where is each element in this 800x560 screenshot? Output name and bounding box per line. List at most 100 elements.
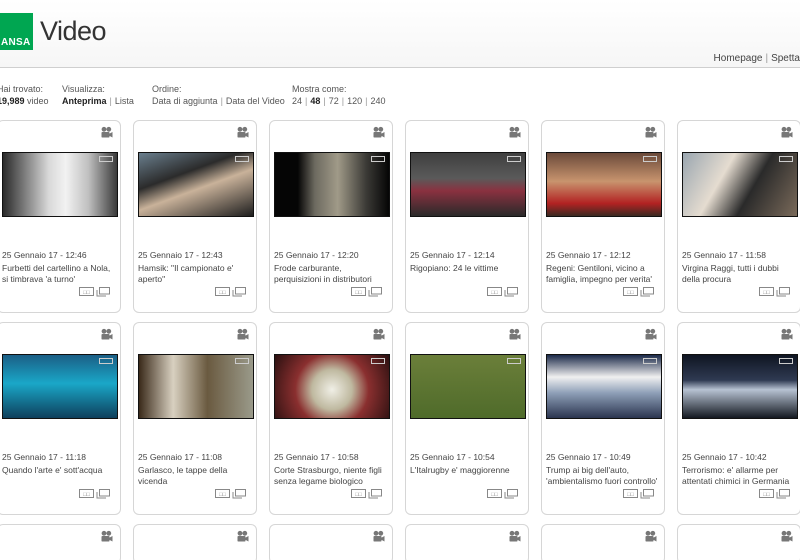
video-card[interactable]: 25 Gennaio 17 - 10:54 L'Italrugby e' magg…: [405, 322, 529, 515]
video-thumbnail[interactable]: [546, 152, 662, 217]
page-size-72[interactable]: 72: [329, 96, 339, 106]
video-title[interactable]: Trump ai big dell'auto, 'ambientalismo f…: [546, 465, 662, 487]
video-card[interactable]: 25 Gennaio 17 - 11:58 Virgina Raggi, tutt…: [677, 120, 800, 313]
separator: |: [365, 96, 368, 106]
results-count: 19,989: [0, 96, 25, 106]
results-unit: video: [27, 96, 49, 106]
thumbnail-watermark: [235, 358, 249, 364]
video-card[interactable]: [0, 524, 121, 560]
video-actions[interactable]: □□: [79, 284, 113, 297]
video-actions[interactable]: □□: [487, 486, 521, 499]
video-title[interactable]: Virgina Raggi, tutti i dubbi della procu…: [682, 263, 798, 285]
video-title[interactable]: L'Italrugby e' maggiorenne: [410, 465, 526, 476]
video-title[interactable]: Corte Strasburgo, niente figli senza leg…: [274, 465, 390, 487]
video-actions[interactable]: □□: [759, 284, 793, 297]
video-camera-icon: [236, 530, 249, 543]
video-title[interactable]: Hamsik: "Il campionato e' aperto": [138, 263, 254, 285]
nav-homepage-link[interactable]: Homepage: [714, 53, 763, 64]
video-title[interactable]: Frode carburante, perquisizioni in distr…: [274, 263, 390, 285]
video-card[interactable]: 25 Gennaio 17 - 11:18 Quando l'arte e' so…: [0, 322, 121, 515]
video-card[interactable]: 25 Gennaio 17 - 12:46 Furbetti del cartel…: [0, 120, 121, 313]
video-thumbnail[interactable]: [546, 354, 662, 419]
video-card[interactable]: [541, 524, 665, 560]
page-header: ANSA Video Homepage | Spetta: [0, 0, 800, 68]
video-camera-icon: [372, 328, 385, 341]
video-camera-icon: [644, 126, 657, 139]
video-thumbnail[interactable]: [138, 152, 254, 217]
video-actions[interactable]: □□: [215, 284, 249, 297]
video-thumbnail[interactable]: [2, 354, 118, 419]
video-title[interactable]: Garlasco, le tappe della vicenda: [138, 465, 254, 487]
video-card[interactable]: 25 Gennaio 17 - 12:20 Frode carburante, p…: [269, 120, 393, 313]
page-size-48[interactable]: 48: [310, 96, 320, 106]
video-actions[interactable]: □□: [351, 284, 385, 297]
ansa-logo[interactable]: ANSA: [0, 13, 33, 50]
video-title[interactable]: Furbetti del cartellino a Nola, si timbr…: [2, 263, 118, 285]
page-size-group: Mostra come: 24 | 48 | 72 | 120 | 240: [292, 84, 385, 106]
video-card[interactable]: [677, 524, 800, 560]
thumbnail-watermark: [99, 156, 113, 162]
page-title: Video: [40, 16, 107, 46]
order-group: Ordine: Data di aggiunta | Data del Video: [152, 84, 285, 106]
video-card[interactable]: 25 Gennaio 17 - 10:58 Corte Strasburgo, n…: [269, 322, 393, 515]
video-camera-icon: [644, 530, 657, 543]
thumbnail-watermark: [99, 358, 113, 364]
thumbnail-watermark: [643, 156, 657, 162]
video-actions[interactable]: □□: [623, 486, 657, 499]
view-preview-option[interactable]: Anteprima: [62, 96, 107, 106]
view-mode-label: Visualizza:: [62, 84, 105, 94]
page-size-label: Mostra come:: [292, 84, 347, 94]
video-actions[interactable]: □□: [487, 284, 521, 297]
video-camera-icon: [644, 328, 657, 341]
view-list-option[interactable]: Lista: [115, 96, 134, 106]
video-thumbnail[interactable]: [682, 152, 798, 217]
svg-text:□□: □□: [355, 492, 362, 498]
video-thumbnail[interactable]: [410, 354, 526, 419]
video-date: 25 Gennaio 17 - 10:58: [274, 452, 359, 462]
video-thumbnail[interactable]: [274, 354, 390, 419]
video-camera-icon: [508, 328, 521, 341]
video-card[interactable]: 25 Gennaio 17 - 12:43 Hamsik: "Il campion…: [133, 120, 257, 313]
video-date: 25 Gennaio 17 - 12:20: [274, 250, 359, 260]
svg-text:□□: □□: [627, 492, 634, 498]
page-size-240[interactable]: 240: [370, 96, 385, 106]
video-date: 25 Gennaio 17 - 12:43: [138, 250, 223, 260]
svg-text:□□: □□: [491, 290, 498, 296]
video-thumbnail[interactable]: [274, 152, 390, 217]
video-title[interactable]: Quando l'arte e' sott'acqua: [2, 465, 118, 476]
video-thumbnail[interactable]: [682, 354, 798, 419]
video-card[interactable]: 25 Gennaio 17 - 12:14 Rigopiano: 24 le vi…: [405, 120, 529, 313]
video-thumbnail[interactable]: [138, 354, 254, 419]
page-size-24[interactable]: 24: [292, 96, 302, 106]
video-card[interactable]: 25 Gennaio 17 - 12:12 Regeni: Gentiloni, …: [541, 120, 665, 313]
video-actions[interactable]: □□: [623, 284, 657, 297]
video-card[interactable]: [133, 524, 257, 560]
page-size-120[interactable]: 120: [347, 96, 362, 106]
results-label: Hai trovato:: [0, 84, 44, 94]
video-date: 25 Gennaio 17 - 10:49: [546, 452, 631, 462]
thumbnail-watermark: [507, 358, 521, 364]
order-date-added-option[interactable]: Data di aggiunta: [152, 96, 218, 106]
video-actions[interactable]: □□: [79, 486, 113, 499]
video-card[interactable]: 25 Gennaio 17 - 10:42 Terrorismo: e' alla…: [677, 322, 800, 515]
svg-text:□□: □□: [355, 290, 362, 296]
order-video-date-option[interactable]: Data del Video: [226, 96, 285, 106]
video-title[interactable]: Rigopiano: 24 le vittime: [410, 263, 526, 274]
video-actions[interactable]: □□: [215, 486, 249, 499]
video-card[interactable]: 25 Gennaio 17 - 11:08 Garlasco, le tappe …: [133, 322, 257, 515]
video-card[interactable]: [269, 524, 393, 560]
video-camera-icon: [100, 126, 113, 139]
video-camera-icon: [236, 126, 249, 139]
video-card[interactable]: [405, 524, 529, 560]
video-card[interactable]: 25 Gennaio 17 - 10:49 Trump ai big dell'a…: [541, 322, 665, 515]
svg-text:□□: □□: [83, 492, 90, 498]
video-camera-icon: [100, 328, 113, 341]
video-thumbnail[interactable]: [410, 152, 526, 217]
nav-spettacolo-link[interactable]: Spetta: [771, 53, 800, 64]
video-title[interactable]: Regeni: Gentiloni, vicino a famiglia, im…: [546, 263, 662, 285]
video-actions[interactable]: □□: [759, 486, 793, 499]
video-actions[interactable]: □□: [351, 486, 385, 499]
video-title[interactable]: Terrorismo: e' allarme per attentati chi…: [682, 465, 798, 487]
video-thumbnail[interactable]: [2, 152, 118, 217]
svg-text:□□: □□: [763, 492, 770, 498]
